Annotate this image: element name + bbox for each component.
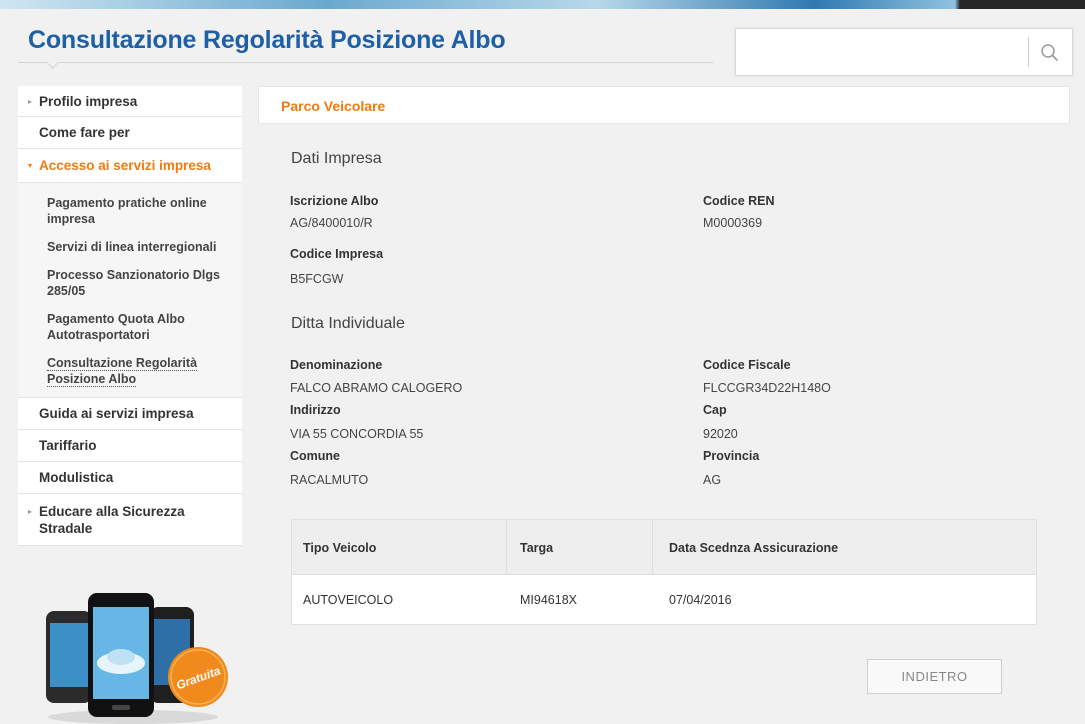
search-box [735,28,1073,76]
sidebar-item-label: Profilo impresa [39,93,138,109]
search-divider [1028,37,1029,67]
codice-fiscale-value: FLCCGR34D22H148O [703,381,831,395]
sidebar-item-profilo-impresa[interactable]: ▸ Profilo impresa [18,86,242,117]
submenu-item-servizi-linea[interactable]: Servizi di linea interregionali [18,235,242,259]
sidebar-item-accesso-servizi[interactable]: ▾ Accesso ai servizi impresa [18,149,242,183]
table-cell-targa: MI94618X [520,593,577,607]
codice-impresa-label: Codice Impresa [290,247,384,261]
sidebar-item-guida-servizi[interactable]: Guida ai servizi impresa [18,398,242,430]
column-header-targa: Targa [520,541,554,555]
submenu-item-processo-sanzionatorio[interactable]: Processo Sanzionatorio Dlgs 285/05 [18,263,242,303]
cap-value: 92020 [703,427,738,441]
column-header-tipo-veicolo: Tipo Veicolo [303,541,377,555]
comune-value: RACALMUTO [290,473,369,487]
sidebar-item-tariffario[interactable]: Tariffario [18,430,242,462]
title-divider-notch [46,56,59,69]
codice-ren-value: M0000369 [703,216,763,230]
sidebar-item-come-fare-per[interactable]: Come fare per [18,117,242,149]
iscrizione-albo-value: AG/8400010/R [290,216,373,230]
sidebar-item-label: Accesso ai servizi impresa [39,158,211,173]
comune-label: Comune [290,449,340,463]
provincia-label: Provincia [703,449,760,463]
provincia-value: AG [703,473,722,487]
page-title: Consultazione Regolarità Posizione Albo [28,26,506,54]
sidebar-item-label: Come fare per [39,125,130,140]
denominazione-label: Denominazione [290,358,383,372]
sidebar-item-label: Tariffario [39,438,97,453]
sidebar-item-label: Guida ai servizi impresa [39,406,194,421]
column-header-data-scadenza: Data Scednza Assicurazione [669,541,839,555]
submenu-item-pagamento-quota[interactable]: Pagamento Quota Albo Autotrasportatori [18,307,242,347]
submenu-item-label: Consultazione Regolarità Posizione Albo [47,356,198,387]
submenu-item-pagamento-pratiche[interactable]: Pagamento pratiche online impresa [18,191,242,231]
top-banner-dark [960,0,1085,9]
dati-impresa-title: Dati Impresa [291,150,382,167]
vehicle-table-header: Tipo Veicolo Targa Data Scednza Assicura… [292,520,1036,575]
chevron-right-icon: ▸ [28,96,33,106]
search-input[interactable] [742,35,1026,69]
chevron-right-icon: ▸ [28,507,33,516]
cap-label: Cap [703,403,727,417]
sidebar-item-label: Modulistica [39,470,114,485]
chevron-down-icon: ▾ [28,161,33,170]
sidebar-item-label: Educare alla Sicurezza Stradale [39,503,185,536]
table-cell-tipo-veicolo: AUTOVEICOLO [303,593,394,607]
indirizzo-label: Indirizzo [290,403,341,417]
mobile-app-promo-image[interactable]: Gratuita [38,585,238,724]
codice-ren-label: Codice REN [703,194,775,208]
section-header-title: Parco Veicolare [281,98,386,114]
iscrizione-albo-label: Iscrizione Albo [290,194,379,208]
submenu-item-consultazione-regolarita[interactable]: Consultazione Regolarità Posizione Albo [18,351,242,391]
section-header: Parco Veicolare [258,86,1070,124]
back-button[interactable]: INDIETRO [867,659,1002,694]
search-icon[interactable] [1036,39,1064,67]
codice-impresa-value: B5FCGW [290,272,344,286]
top-banner-strip [0,0,1085,9]
indirizzo-value: VIA 55 CONCORDIA 55 [290,427,424,441]
ditta-individuale-title: Ditta Individuale [291,315,405,332]
codice-fiscale-label: Codice Fiscale [703,358,791,372]
denominazione-value: FALCO ABRAMO CALOGERO [290,381,463,395]
sidebar-item-modulistica[interactable]: Modulistica [18,462,242,494]
sidebar-item-educare-sicurezza[interactable]: ▸ Educare alla Sicurezza Stradale [18,494,242,546]
column-divider [652,520,653,575]
table-cell-data-scadenza: 07/04/2016 [669,593,732,607]
column-divider [506,520,507,575]
sidebar-submenu: Pagamento pratiche online impresa Serviz… [18,183,242,398]
title-divider [18,62,713,63]
vehicle-table: Tipo Veicolo Targa Data Scednza Assicura… [291,519,1037,625]
sidebar-nav: ▸ Profilo impresa Come fare per ▾ Access… [18,86,242,546]
